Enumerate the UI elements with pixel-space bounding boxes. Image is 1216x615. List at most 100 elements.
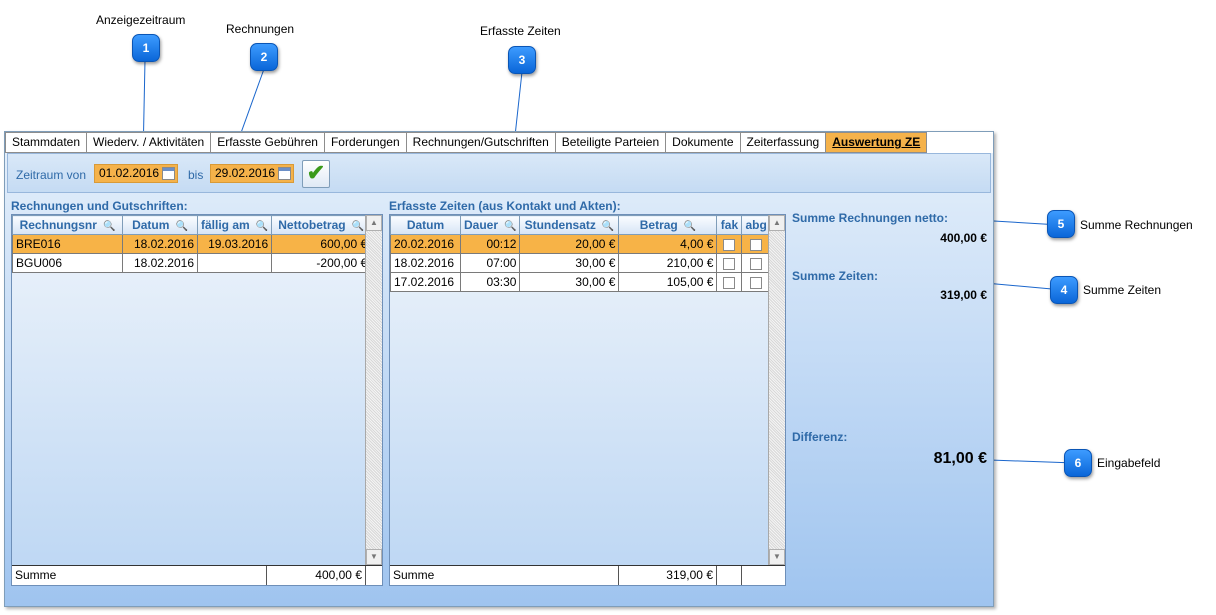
- times-sum-row: Summe 319,00 €: [390, 565, 785, 585]
- period-from-field[interactable]: 01.02.2016: [94, 164, 178, 183]
- tab-stammdaten[interactable]: Stammdaten: [5, 132, 88, 153]
- tab-erfasste-gebuehren[interactable]: Erfasste Gebühren: [211, 132, 325, 153]
- callout-label-summe-rechnungen: Summe Rechnungen: [1080, 218, 1193, 232]
- period-to-value: 29.02.2016: [215, 166, 276, 180]
- search-icon[interactable]: 🔍: [352, 221, 364, 232]
- times-sum-value: 319,00 €: [618, 566, 716, 585]
- callout-badge-1: 1: [132, 34, 160, 62]
- column-header-faellig-am[interactable]: fällig am 🔍: [196, 215, 273, 235]
- table-row[interactable]: 20.02.2016 00:12 20,00 € 4,00 €: [390, 234, 771, 254]
- invoices-table: Rechnungsnr 🔍 Datum 🔍 fällig am 🔍 Nettobetr…: [12, 215, 372, 273]
- tab-forderungen[interactable]: Forderungen: [324, 132, 407, 153]
- cell-faellig: 19.03.2016: [196, 234, 273, 254]
- cell-betrag: 4,00 €: [618, 234, 718, 254]
- app-window: Stammdaten Wiederv. / Aktivitäten Erfass…: [4, 131, 994, 607]
- scroll-up-icon[interactable]: ▲: [769, 215, 785, 231]
- search-icon[interactable]: 🔍: [504, 221, 516, 232]
- period-from-label: Zeitraum von: [16, 168, 87, 182]
- table-row[interactable]: BGU006 18.02.2016 -200,00 €: [12, 253, 372, 273]
- vertical-scrollbar[interactable]: ▲ ▼: [365, 215, 382, 565]
- calendar-icon[interactable]: [162, 167, 175, 180]
- column-header-dauer[interactable]: Dauer 🔍: [459, 215, 521, 235]
- difference-label: Differenz:: [792, 430, 848, 444]
- scroll-down-icon[interactable]: ▼: [366, 549, 382, 565]
- fak-checkbox[interactable]: [723, 257, 736, 270]
- tab-rechnungen-gutschriften[interactable]: Rechnungen/Gutschriften: [406, 132, 556, 153]
- column-header-fak[interactable]: fak: [716, 215, 743, 235]
- fak-checkbox[interactable]: [723, 276, 736, 289]
- fak-checkbox[interactable]: [723, 238, 736, 251]
- sum-times-value: 319,00 €: [940, 288, 987, 302]
- cell-betrag: 105,00 €: [618, 272, 718, 292]
- search-icon[interactable]: 🔍: [684, 221, 696, 232]
- callout-label-rechnungen: Rechnungen: [226, 22, 295, 36]
- invoices-grid[interactable]: Rechnungsnr 🔍 Datum 🔍 fällig am 🔍 Nettobetr…: [11, 214, 383, 586]
- tab-bar: Stammdaten Wiederv. / Aktivitäten Erfass…: [5, 132, 993, 153]
- apply-checkmark-button[interactable]: ✔: [302, 160, 330, 188]
- times-grid[interactable]: Datum Dauer 🔍 Stundensatz 🔍 Betrag 🔍 fak ab…: [389, 214, 786, 586]
- search-icon[interactable]: 🔍: [103, 221, 115, 232]
- tab-dokumente[interactable]: Dokumente: [666, 132, 741, 153]
- cell-stundensatz: 20,00 €: [519, 234, 620, 254]
- cell-dauer: 07:00: [459, 253, 521, 273]
- sum-times-label: Summe Zeiten:: [792, 269, 879, 283]
- cell-nettobetrag: -200,00 €: [271, 253, 372, 273]
- invoices-sum-row: Summe 400,00 €: [12, 565, 382, 585]
- invoices-section-title: Rechnungen und Gutschriften:: [11, 199, 188, 213]
- column-header-abg[interactable]: abg: [741, 215, 771, 235]
- abg-checkbox[interactable]: [750, 238, 763, 251]
- table-row[interactable]: 18.02.2016 07:00 30,00 € 210,00 €: [390, 253, 771, 273]
- invoices-sum-label: Summe: [15, 568, 57, 582]
- checkmark-icon: ✔: [306, 160, 326, 185]
- callout-label-summe-zeiten: Summe Zeiten: [1083, 283, 1162, 297]
- cell-stundensatz: 30,00 €: [519, 253, 620, 273]
- cell-nettobetrag: 600,00 €: [271, 234, 372, 254]
- table-row[interactable]: BRE016 18.02.2016 19.03.2016 600,00 €: [12, 234, 372, 254]
- cell-faellig: [196, 253, 273, 273]
- column-header-datum[interactable]: Datum 🔍: [122, 215, 198, 235]
- tab-auswertung-ze[interactable]: Auswertung ZE: [826, 132, 928, 153]
- scroll-up-icon[interactable]: ▲: [366, 215, 382, 231]
- callout-badge-4: 4: [1050, 276, 1078, 304]
- column-header-betrag[interactable]: Betrag 🔍: [618, 215, 718, 235]
- vertical-scrollbar[interactable]: ▲ ▼: [768, 215, 785, 565]
- times-section-title: Erfasste Zeiten (aus Kontakt und Akten):: [389, 199, 621, 213]
- search-icon[interactable]: 🔍: [175, 221, 187, 232]
- search-icon[interactable]: 🔍: [602, 221, 614, 232]
- abg-checkbox[interactable]: [750, 257, 763, 270]
- invoices-sum-value: 400,00 €: [266, 566, 365, 585]
- column-header-rechnungsnr[interactable]: Rechnungsnr 🔍: [12, 215, 123, 235]
- period-from-value: 01.02.2016: [99, 166, 160, 180]
- sum-invoices-label: Summe Rechnungen netto:: [792, 211, 949, 225]
- period-to-label: bis: [188, 168, 204, 182]
- cell-dauer: 03:30: [459, 272, 521, 292]
- cell-datum: 18.02.2016: [122, 234, 198, 254]
- scroll-down-icon[interactable]: ▼: [769, 549, 785, 565]
- callout-label-eingabefeld: Eingabefeld: [1097, 456, 1161, 470]
- column-header-stundensatz[interactable]: Stundensatz 🔍: [519, 215, 620, 235]
- search-icon[interactable]: 🔍: [256, 221, 268, 232]
- tab-zeiterfassung[interactable]: Zeiterfassung: [740, 132, 827, 153]
- cell-rechnungsnr: BGU006: [12, 253, 123, 273]
- callout-label-erfasste-zeiten: Erfasste Zeiten: [480, 24, 561, 38]
- callout-label-anzeigezeitraum: Anzeigezeitraum: [96, 13, 186, 27]
- callout-badge-2: 2: [250, 43, 278, 71]
- cell-dauer: 00:12: [459, 234, 521, 254]
- column-header-datum[interactable]: Datum: [390, 215, 461, 235]
- callout-badge-5: 5: [1047, 210, 1075, 238]
- table-row[interactable]: 17.02.2016 03:30 30,00 € 105,00 €: [390, 272, 771, 292]
- calendar-icon[interactable]: [278, 167, 291, 180]
- cell-betrag: 210,00 €: [618, 253, 718, 273]
- cell-rechnungsnr: BRE016: [12, 234, 123, 254]
- tab-beteiligte-parteien[interactable]: Beteiligte Parteien: [555, 132, 667, 153]
- sum-invoices-value: 400,00 €: [940, 231, 987, 245]
- difference-value: 81,00 €: [933, 450, 987, 467]
- callout-badge-3: 3: [508, 46, 536, 74]
- abg-checkbox[interactable]: [750, 276, 763, 289]
- period-to-field[interactable]: 29.02.2016: [210, 164, 294, 183]
- times-sum-label: Summe: [393, 568, 435, 582]
- column-header-nettobetrag[interactable]: Nettobetrag 🔍: [271, 215, 372, 235]
- callout-badge-6: 6: [1064, 449, 1092, 477]
- cell-datum: 18.02.2016: [122, 253, 198, 273]
- tab-wiedervorlagen[interactable]: Wiederv. / Aktivitäten: [87, 132, 212, 153]
